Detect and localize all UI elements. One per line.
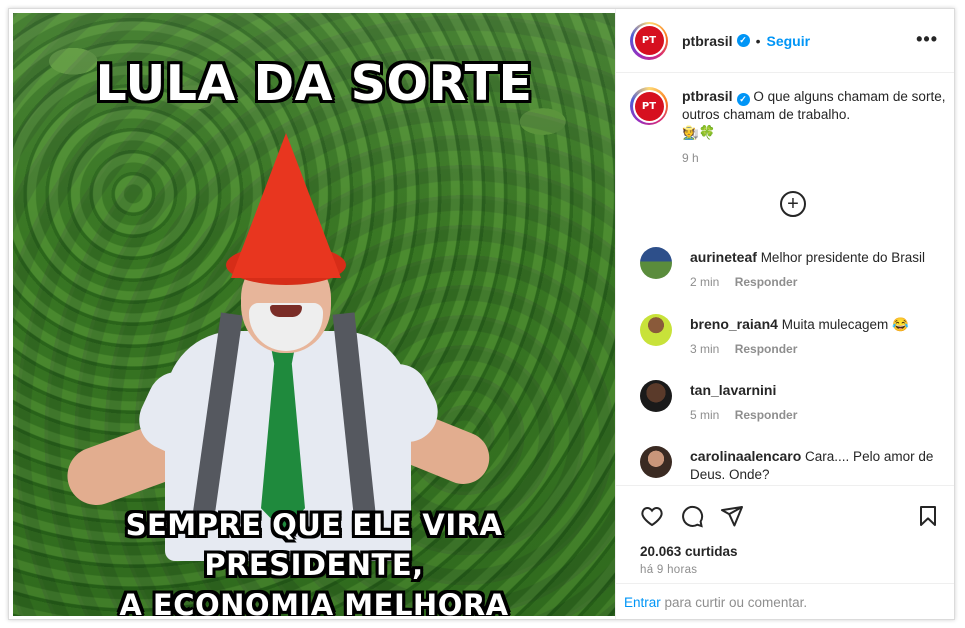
avatar[interactable]: [640, 247, 672, 279]
post-timestamp[interactable]: há 9 horas: [640, 564, 697, 576]
list-item: aurineteaf Melhor presidente do Brasil 2…: [630, 247, 948, 289]
meme-bottom-line-2: A ECONOMIA MELHORA: [119, 588, 509, 616]
comment-time: 5 min: [690, 408, 720, 422]
comment-username[interactable]: tan_lavarnini: [690, 382, 776, 398]
pt-star-logo: PT: [634, 91, 664, 121]
comment-username[interactable]: breno_raian4: [690, 316, 778, 332]
reply-button[interactable]: Responder: [735, 408, 798, 422]
comment-time: 2 min: [690, 275, 720, 289]
meme-bottom-text: SEMPRE QUE ELE VIRA PRESIDENTE, A ECONOM…: [13, 505, 615, 616]
more-options-icon[interactable]: •••: [916, 29, 938, 50]
login-prompt-text: para curtir ou comentar.: [660, 595, 808, 610]
login-link[interactable]: Entrar: [624, 595, 661, 610]
comment-username[interactable]: carolinaalencaro: [690, 448, 801, 464]
list-item: tan_lavarnini 5 min Responder: [630, 380, 948, 422]
bookmark-icon[interactable]: [916, 504, 940, 528]
caption-time: 9 h: [682, 151, 699, 165]
post-header: PT ptbrasil ✓ • Seguir •••: [616, 9, 954, 73]
avatar[interactable]: [640, 446, 672, 478]
share-icon[interactable]: [720, 504, 744, 528]
comment-text: Muita mulecagem 😂: [781, 317, 909, 332]
red-gnome-hat: [231, 133, 341, 278]
follow-button[interactable]: Seguir: [766, 33, 810, 49]
likes-count[interactable]: 20.063 curtidas: [640, 544, 738, 559]
avatar[interactable]: [640, 314, 672, 346]
dot-separator: •: [755, 32, 761, 49]
header-username[interactable]: ptbrasil: [682, 33, 733, 49]
caption-avatar[interactable]: PT: [630, 87, 668, 125]
reply-button[interactable]: Responder: [735, 275, 798, 289]
list-item: carolinaalencaro Cara.... Pelo amor de D…: [630, 446, 948, 484]
heart-icon[interactable]: [640, 504, 664, 528]
reply-button[interactable]: Responder: [735, 342, 798, 356]
verified-badge-icon: ✓: [736, 92, 750, 106]
comment-text: Melhor presidente do Brasil: [760, 250, 926, 265]
pt-star-logo: PT: [634, 26, 664, 55]
post-caption: PT ptbrasil ✓ O que alguns chamam de sort…: [630, 87, 948, 165]
comment-username[interactable]: aurineteaf: [690, 249, 757, 265]
caption-emojis: 🧑‍🌾🍀: [682, 125, 716, 140]
caption-username[interactable]: ptbrasil: [682, 88, 733, 104]
post-actions: 20.063 curtidas há 9 horas: [616, 485, 954, 595]
meme-top-text: LULA DA SORTE: [95, 55, 533, 112]
verified-badge-icon: ✓: [736, 34, 750, 47]
login-prompt: Entrar para curtir ou comentar.: [616, 583, 954, 619]
list-item: breno_raian4 Muita mulecagem 😂 3 min Res…: [630, 314, 948, 356]
post-image[interactable]: LULA DA SORTE SEMPRE QUE ELE VIRA PRESID…: [13, 13, 615, 616]
comment-icon[interactable]: [680, 504, 704, 528]
comment-time: 3 min: [690, 342, 720, 356]
load-more-comments-icon[interactable]: +: [780, 191, 806, 217]
post-side-panel: PT ptbrasil ✓ • Seguir ••• PT ptbrasil ✓ …: [615, 9, 954, 619]
avatar[interactable]: [640, 380, 672, 412]
instagram-post-window: LULA DA SORTE SEMPRE QUE ELE VIRA PRESID…: [8, 8, 955, 620]
meme-bottom-line-1: SEMPRE QUE ELE VIRA PRESIDENTE,: [125, 508, 503, 582]
avatar[interactable]: PT: [630, 21, 668, 60]
